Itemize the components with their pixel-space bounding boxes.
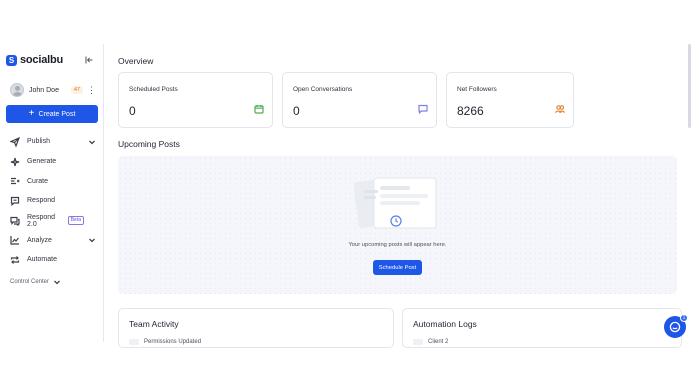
sidebar-item-generate[interactable]: Generate [10, 152, 96, 172]
sidebar-item-respond-2[interactable]: Respond 2.0 Beta [10, 211, 96, 231]
automation-logs-title: Automation Logs [413, 319, 477, 329]
open-conversations-card[interactable]: Open Conversations 0 [282, 72, 437, 128]
more-options-icon[interactable]: ⋮ [87, 86, 96, 95]
card-value: 0 [293, 104, 300, 118]
card-value: 8266 [457, 104, 484, 118]
sidebar-item-label: Publish [27, 138, 50, 146]
create-post-label: Create Post [38, 110, 76, 118]
curate-icon [10, 176, 20, 186]
sidebar-item-curate[interactable]: Curate [10, 171, 96, 191]
sidebar: S socialbu John Doe 47 ⋮ + Create Post P… [0, 44, 104, 342]
list-item: Client 2 [413, 339, 448, 345]
sidebar-item-automate[interactable]: Automate [10, 250, 96, 270]
sidebar-item-label: Generate [27, 158, 57, 166]
overview-title: Overview [118, 56, 154, 66]
scheduled-posts-card[interactable]: Scheduled Posts 0 [118, 72, 273, 128]
control-center-label: Control Center [10, 279, 50, 285]
empty-state-text: Your upcoming posts will appear here. [348, 242, 447, 248]
collapse-sidebar-icon[interactable] [84, 55, 94, 65]
schedule-post-button[interactable]: Schedule Post [373, 260, 422, 275]
automation-logs-panel: Automation Logs Client 2 [402, 308, 682, 348]
sidebar-item-label: Automate [27, 256, 57, 264]
chat-bubble-icon [669, 321, 681, 333]
sidebar-item-label: Respond [27, 197, 56, 205]
chevron-down-icon[interactable] [88, 138, 96, 146]
card-label: Net Followers [457, 86, 497, 93]
list-item: Permissions Updated [129, 339, 201, 345]
team-activity-panel: Team Activity Permissions Updated [118, 308, 394, 348]
brand-logo[interactable]: S socialbu [6, 54, 63, 66]
empty-posts-illustration-icon [354, 177, 437, 229]
user-notification-badge: 47 [70, 86, 83, 94]
chevron-down-icon [53, 278, 96, 286]
card-label: Scheduled Posts [129, 86, 178, 93]
activity-thumb [129, 339, 139, 345]
calendar-icon [254, 104, 264, 114]
chat-notification-badge: 1 [680, 314, 688, 322]
brand-name: socialbu [20, 54, 64, 66]
sparkles-icon [10, 157, 20, 167]
plus-icon: + [28, 108, 35, 119]
main-nav: Publish Generate Curate Respond Respond … [10, 132, 96, 270]
team-activity-title: Team Activity [129, 319, 179, 329]
chart-icon [10, 235, 20, 245]
sidebar-item-label: Analyze [27, 236, 52, 244]
message-icon [10, 196, 20, 206]
activity-text: Permissions Updated [144, 339, 202, 345]
send-icon [10, 136, 20, 147]
card-label: Open Conversations [293, 86, 353, 93]
repeat-icon [10, 255, 20, 265]
sidebar-item-publish[interactable]: Publish [10, 132, 96, 152]
main-content: Overview Scheduled Posts 0 Open Conversa… [105, 44, 692, 348]
sidebar-item-label: Curate [27, 177, 49, 185]
sidebar-item-analyze[interactable]: Analyze [10, 230, 96, 250]
control-center-toggle[interactable]: Control Center [10, 278, 96, 286]
card-value: 0 [129, 104, 136, 118]
chevron-down-icon[interactable] [88, 236, 96, 244]
log-thumb [413, 339, 423, 345]
sidebar-item-label: Respond 2.0 [27, 213, 56, 228]
net-followers-card[interactable]: Net Followers 8266 [446, 72, 574, 128]
sidebar-item-respond[interactable]: Respond [10, 191, 96, 211]
upcoming-posts-panel: Your upcoming posts will appear here. Sc… [118, 156, 677, 294]
user-menu[interactable]: John Doe 47 ⋮ [10, 83, 96, 97]
scrollbar-thumb[interactable] [688, 44, 691, 128]
user-name: John Doe [29, 86, 59, 94]
avatar [10, 83, 24, 97]
log-text: Client 2 [428, 339, 449, 345]
users-icon [555, 104, 565, 114]
upcoming-posts-title: Upcoming Posts [118, 139, 180, 149]
logo-mark-icon: S [6, 54, 17, 66]
messages-icon [10, 216, 20, 226]
app-window: S socialbu John Doe 47 ⋮ + Create Post P… [0, 44, 692, 348]
create-post-button[interactable]: + Create Post [6, 105, 98, 123]
chat-icon [418, 104, 428, 115]
beta-badge: Beta [67, 216, 84, 226]
